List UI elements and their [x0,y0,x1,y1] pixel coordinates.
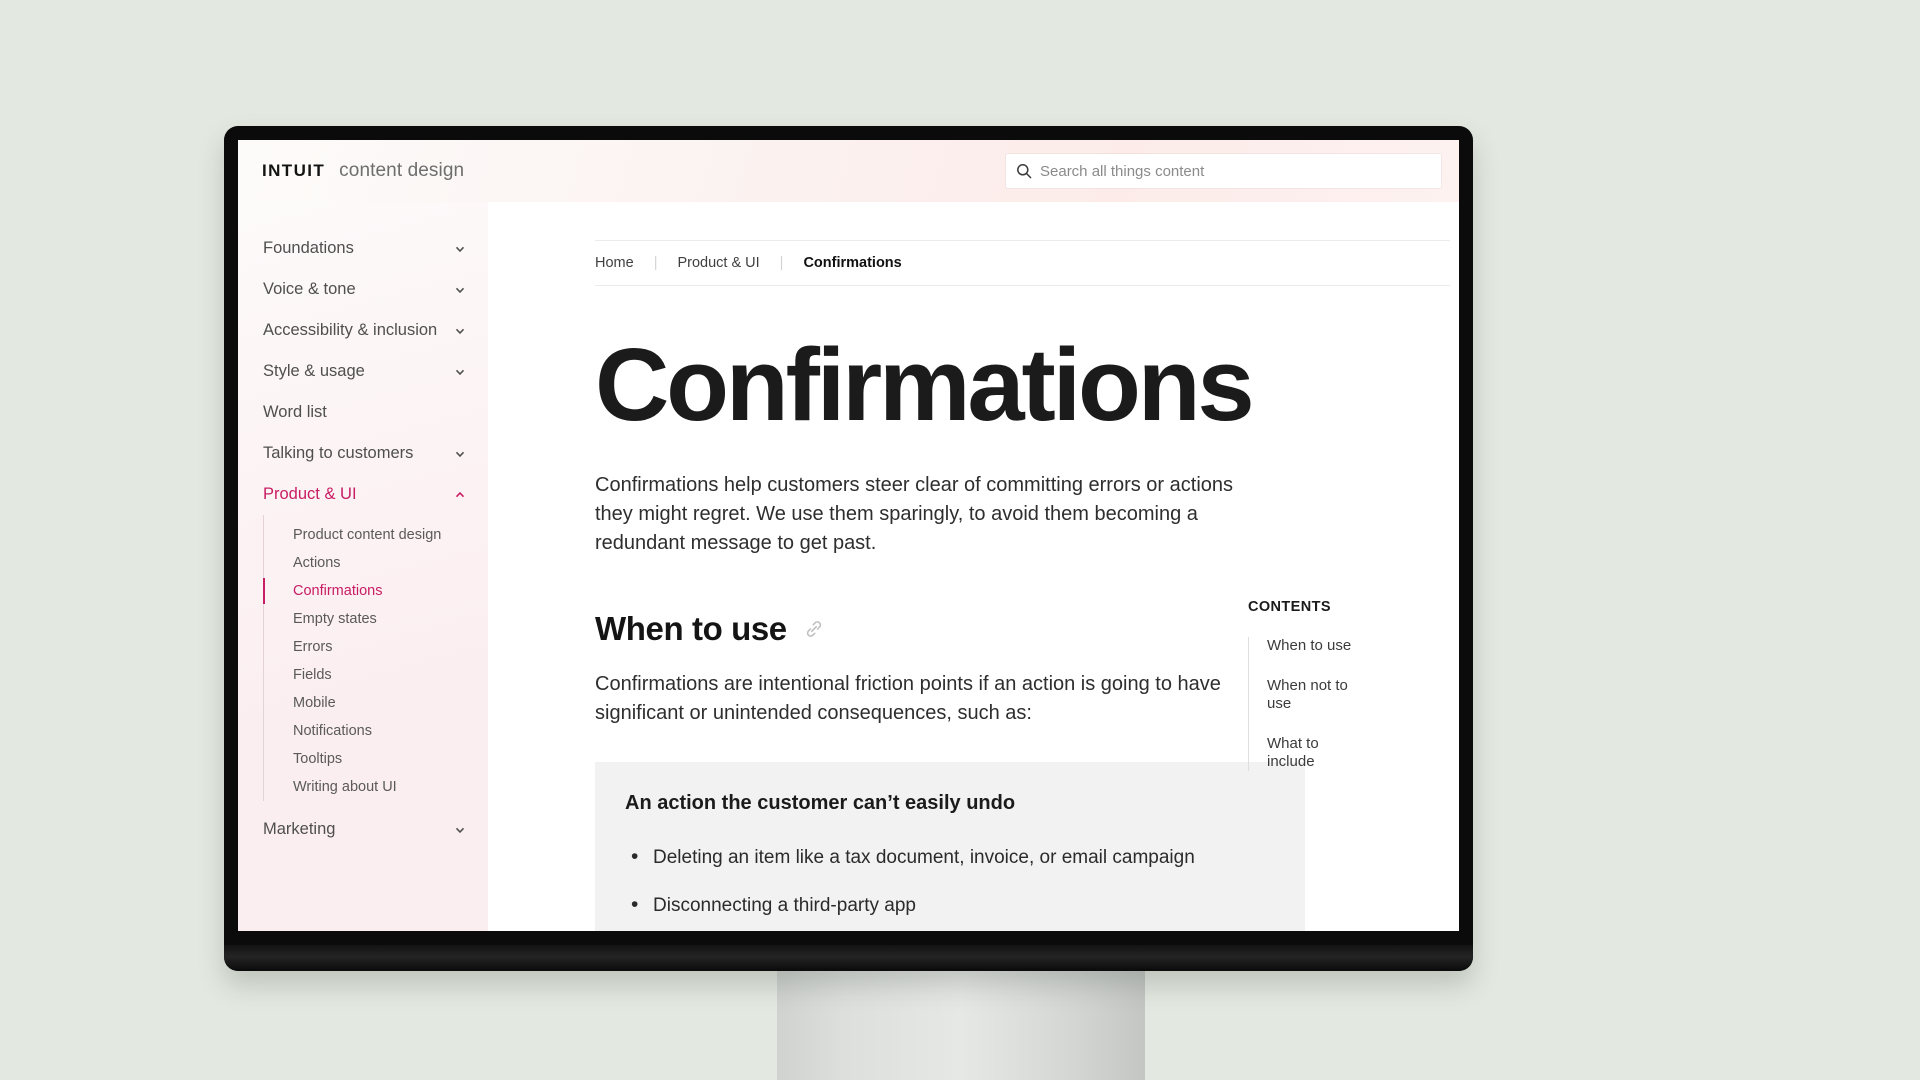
section-paragraph: Confirmations are intentional friction p… [595,673,1221,725]
chevron-down-icon [455,827,465,833]
sidebar-item-label: Accessibility & inclusion [263,321,438,339]
sidebar-subitem-actions[interactable]: Actions [264,549,488,577]
sidebar-nav: Foundations Voice & tone Accessibility &… [238,202,488,931]
chevron-down-icon [455,287,465,293]
sidebar-item-voice-tone[interactable]: Voice & tone [238,269,488,310]
intuit-logo: INTUIT [262,161,326,180]
toc-list: When to use When not to use What to incl… [1248,637,1458,771]
sidebar-subitem-label: Product content design [293,527,442,543]
sidebar-subitem-label: Actions [293,555,341,571]
list-item: Deleting an item like a tax document, in… [625,843,1271,871]
sidebar-subitem-label: Empty states [293,611,377,627]
chevron-up-icon [455,491,465,497]
sidebar-subitem-label: Errors [293,639,333,655]
chevron-down-icon [455,246,465,252]
sidebar-item-label: Style & usage [263,362,365,380]
sidebar-subitem-label: Confirmations [293,583,383,599]
page-title: Confirmations [595,327,1255,442]
chevron-down-icon [455,328,465,334]
sidebar-item-style-usage[interactable]: Style & usage [238,351,488,392]
intro-paragraph: Confirmations help customers steer clear… [595,474,1234,555]
sidebar-item-label: Foundations [263,239,354,257]
screen: INTUIT content design Foundations [238,140,1459,931]
list-item: Disconnecting a third-party app [625,891,1271,919]
article: Home | Product & UI | Confirmations Conf… [488,202,1450,931]
sidebar-item-talking-to-customers[interactable]: Talking to customers [238,433,488,474]
search-bar[interactable] [1006,154,1441,188]
chevron-down-icon [455,451,465,457]
section-heading-when-to-use: When to use [595,610,1248,648]
sidebar-subitem-label: Mobile [293,695,336,711]
sidebar-subnav: Product content design Actions Confirmat… [263,515,488,801]
toc-title: CONTENTS [1248,599,1331,615]
sidebar-item-product-ui[interactable]: Product & UI [238,474,488,515]
top-bar: INTUIT content design [238,140,1459,202]
toc-item-when-to-use[interactable]: When to use [1267,637,1353,655]
sidebar-subitem-label: Tooltips [293,751,343,767]
callout-box: An action the customer can’t easily undo… [595,762,1305,931]
breadcrumb-item-current: Confirmations [803,255,902,271]
callout-heading: An action the customer can’t easily undo [625,792,1016,815]
sidebar-subitem-label: Writing about UI [293,779,397,795]
toc-item-what-to-include[interactable]: What to include [1267,735,1353,771]
search-input[interactable] [1040,162,1431,180]
sidebar-subitem-errors[interactable]: Errors [264,633,488,661]
sidebar-subitem-notifications[interactable]: Notifications [264,717,488,745]
sidebar-item-accessibility-inclusion[interactable]: Accessibility & inclusion [238,310,488,351]
brand-lockup[interactable]: INTUIT content design [262,160,464,182]
callout-list: Deleting an item like a tax document, in… [625,843,1271,919]
sidebar-subitem-label: Fields [293,667,332,683]
content-area: Home | Product & UI | Confirmations Conf… [488,202,1459,931]
brand-subtitle: content design [339,160,465,181]
sidebar-item-word-list[interactable]: Word list [238,392,488,433]
chevron-down-icon [455,369,465,375]
sidebar-subitem-product-content-design[interactable]: Product content design [264,521,488,549]
sidebar-item-label: Voice & tone [263,280,356,298]
sidebar-item-label: Talking to customers [263,444,414,462]
breadcrumb-separator: | [653,255,658,271]
page-body: Foundations Voice & tone Accessibility &… [238,202,1459,931]
sidebar-subitem-mobile[interactable]: Mobile [264,689,488,717]
anchor-link-icon[interactable] [803,610,825,648]
sidebar-item-label: Word list [263,403,327,421]
sidebar-subitem-confirmations[interactable]: Confirmations [263,577,488,605]
breadcrumb-item-product-ui[interactable]: Product & UI [677,255,759,271]
monitor-stand [777,955,1145,1080]
search-icon [1017,164,1032,179]
sidebar-subitem-writing-about-ui[interactable]: Writing about UI [264,773,488,801]
breadcrumb-separator: | [779,255,784,271]
sidebar-subitem-empty-states[interactable]: Empty states [264,605,488,633]
sidebar-item-marketing[interactable]: Marketing [238,809,488,850]
sidebar-item-foundations[interactable]: Foundations [238,228,488,269]
sidebar-subitem-fields[interactable]: Fields [264,661,488,689]
monitor-bezel: INTUIT content design Foundations [224,126,1473,971]
sidebar-subitem-tooltips[interactable]: Tooltips [264,745,488,773]
table-of-contents: CONTENTS When to use When not to use Wha… [1248,202,1458,931]
sidebar-subitem-label: Notifications [293,723,372,739]
sidebar-item-label: Product & UI [263,485,357,503]
breadcrumb-item-home[interactable]: Home [595,255,634,271]
sidebar-item-label: Marketing [263,820,336,838]
section-heading-label: When to use [595,610,787,648]
toc-item-when-not-to-use[interactable]: When not to use [1267,677,1353,713]
